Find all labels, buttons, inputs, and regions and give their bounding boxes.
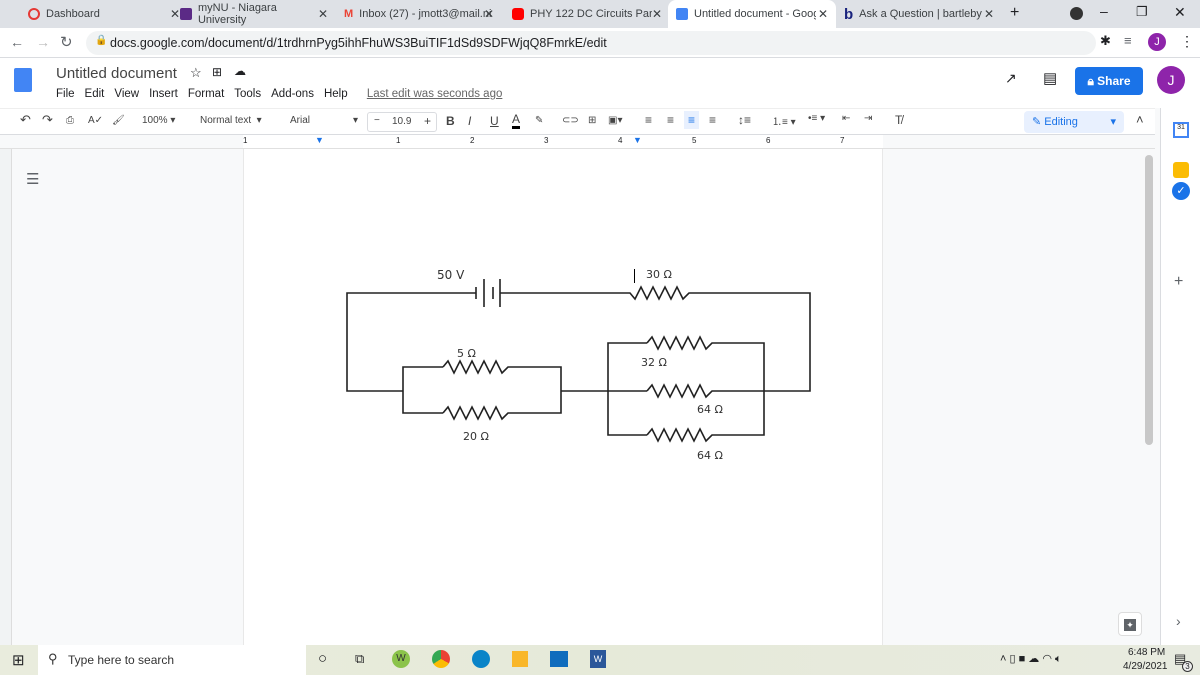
calendar-icon[interactable]: 31 [1173,122,1189,138]
vertical-scrollbar[interactable] [1145,155,1153,445]
resistor-64b-zigzag [646,427,718,443]
resistor-5-zigzag [442,359,513,375]
right-parallel-frame [718,342,765,436]
resistor-32-zigzag [646,335,718,351]
wire-right-loop [697,292,811,392]
mail-icon[interactable] [550,651,568,667]
left-parallel-frame [402,366,443,414]
notification-count: 3 [1182,661,1193,672]
chrome-icon[interactable] [432,650,450,668]
battery-label: 50 V [437,268,465,282]
word-icon[interactable]: W [590,650,606,668]
clock-time[interactable]: 6:48 PM [1128,647,1165,658]
add-addon-icon[interactable]: + [1174,273,1183,291]
expand-panel-icon[interactable]: › [1176,613,1181,629]
windows-taskbar: ⊞ ⚲ Type here to search ○ ⧉ W W ˄ ▯ ■ ☁ ◠… [0,645,1200,675]
file-explorer-icon[interactable] [512,651,528,667]
clock-date[interactable]: 4/29/2021 [1123,661,1168,672]
left-parallel-frame [513,366,562,414]
keep-icon[interactable] [1173,162,1189,178]
resistor-20-zigzag [442,405,513,421]
wire-left-loop [346,292,476,392]
resistor-30-zigzag [623,285,697,301]
app-w-icon[interactable]: W [392,650,410,668]
side-panel: 31 ✓ + › [1160,108,1200,645]
resistor-label-64a: 64 Ω [697,403,723,416]
edge-icon[interactable] [472,650,490,668]
taskbar-search-input[interactable]: ⚲ Type here to search [38,645,306,675]
resistor-label-32: 32 Ω [641,356,667,369]
search-placeholder: Type here to search [68,653,175,667]
resistor-label-20: 20 Ω [463,430,489,443]
resistor-label-64b: 64 Ω [697,449,723,462]
windows-start-icon[interactable]: ⊞ [12,651,25,669]
resistor-64a-zigzag [646,383,718,399]
circuit-diagram: 50 V 30 Ω 5 Ω 20 Ω 32 Ω 64 Ω 64 Ω [346,268,811,462]
tasks-icon[interactable]: ✓ [1172,182,1190,200]
cortana-icon[interactable]: ○ [318,650,327,667]
explore-button[interactable]: ✦ [1118,612,1142,636]
resistor-label-5: 5 Ω [457,347,476,360]
system-tray-icons[interactable]: ˄ ▯ ■ ☁ ◠ 🔈︎ [1000,652,1062,666]
resistor-label-30: 30 Ω [646,268,672,281]
search-icon: ⚲ [48,651,58,666]
task-view-icon[interactable]: ⧉ [355,651,364,667]
